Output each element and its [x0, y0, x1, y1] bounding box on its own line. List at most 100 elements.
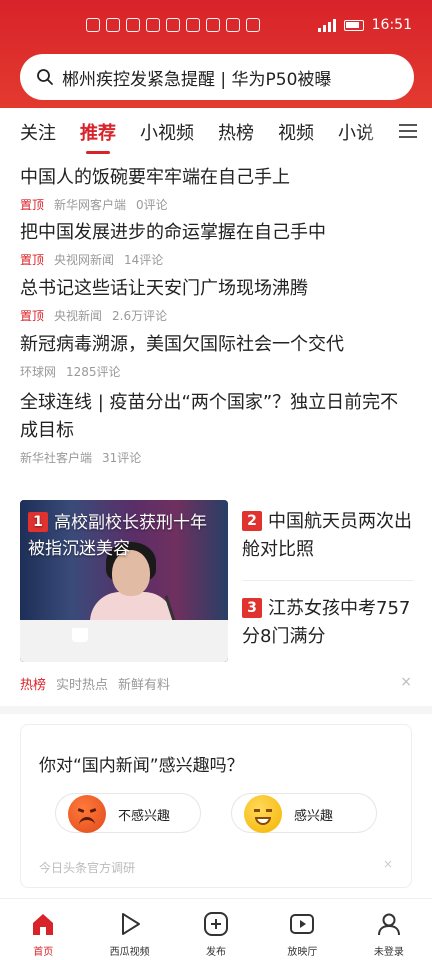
nav-label: 未登录 [373, 947, 404, 958]
nav-label: 西瓜视频 [109, 947, 150, 958]
tab-hot-list[interactable]: 热榜 [218, 119, 254, 145]
bottom-nav: 首页 西瓜视频 发布 放映厅 未登录 [0, 898, 432, 960]
rank-badge: 1 [28, 512, 48, 532]
interested-button[interactable]: 感兴趣 [231, 793, 377, 833]
header: 16:51 郴州疾控发紧急提醒 | 华为P50被曝 [0, 0, 432, 108]
hot-tag: 新鲜有料 [118, 678, 171, 693]
tab-recommend[interactable]: 推荐 [80, 119, 116, 154]
tab-video[interactable]: 视频 [278, 119, 314, 145]
news-source: 环球网 [20, 365, 57, 379]
rank-badge: 3 [242, 598, 262, 618]
app-notification-icon [226, 18, 240, 32]
news-title: 新冠病毒溯源，美国欠国际社会一个交代 [20, 334, 344, 355]
home-icon [33, 914, 54, 935]
nav-home[interactable]: 首页 [0, 899, 86, 960]
image-desk [20, 620, 228, 662]
app-notification-icon [126, 18, 140, 32]
list-item[interactable]: 新冠病毒溯源，美国欠国际社会一个交代 环球网 1285评论 [20, 331, 412, 380]
channel-menu-icon[interactable] [396, 120, 420, 144]
news-meta: 置顶 新华网客户端 0评论 [20, 196, 412, 213]
nav-label: 放映厅 [287, 947, 318, 958]
image-cup [72, 628, 88, 642]
news-meta: 置顶 央视新闻 2.6万评论 [20, 307, 412, 324]
pinned-badge: 置顶 [20, 253, 45, 267]
app-notification-icon [186, 18, 200, 32]
close-icon[interactable]: × [400, 674, 412, 690]
play-icon [121, 913, 140, 935]
nav-label: 发布 [206, 947, 227, 958]
not-interested-label: 不感兴趣 [118, 809, 171, 824]
hot-title: 江苏女孩中考757分8门满分 [242, 598, 411, 647]
pinned-badge: 置顶 [20, 309, 45, 323]
tab-short-video[interactable]: 小视频 [140, 119, 194, 145]
news-source: 新华社客户端 [20, 451, 93, 465]
interested-label: 感兴趣 [294, 809, 334, 824]
rank-badge: 2 [242, 511, 262, 531]
list-item[interactable]: 总书记这些话让天安门广场现场沸腾 置顶 央视新闻 2.6万评论 [20, 275, 412, 324]
news-title: 全球连线 | 疫苗分出“两个国家”？独立日前完不成目标 [20, 392, 399, 441]
search-bar[interactable]: 郴州疾控发紧急提醒 | 华为P50被曝 [20, 54, 414, 100]
news-title: 把中国发展进步的命运掌握在自己手中 [20, 222, 326, 243]
hot-item-2[interactable]: 2 中国航天员两次出舱对比照 [242, 508, 414, 564]
app-notification-icon [246, 18, 260, 32]
interest-survey-card: 你对“国内新闻”感兴趣吗？ 不感兴趣 感兴趣 今日头条官方调研 × [20, 724, 412, 888]
news-title: 中国人的饭碗要牢牢端在自己手上 [20, 167, 290, 188]
app-notification-icon [106, 18, 120, 32]
hot-title: 中国航天员两次出舱对比照 [242, 511, 412, 560]
app-notification-icon [166, 18, 180, 32]
app-notification-icon [206, 18, 220, 32]
plus-icon [204, 912, 229, 936]
app-notification-icon [86, 18, 100, 32]
list-item[interactable]: 把中国发展进步的命运掌握在自己手中 置顶 央视网新闻 14评论 [20, 219, 412, 268]
hot-item-3[interactable]: 3 江苏女孩中考757分8门满分 [242, 595, 414, 651]
nav-profile[interactable]: 未登录 [346, 899, 432, 960]
pinned-badge: 置顶 [20, 198, 45, 212]
close-icon[interactable]: × [383, 857, 393, 871]
news-title: 总书记这些话让天安门广场现场沸腾 [20, 278, 308, 299]
survey-source: 今日头条官方调研 [39, 861, 136, 875]
comment-count: 1285评论 [66, 365, 121, 379]
nav-xigua-video[interactable]: 西瓜视频 [86, 899, 172, 960]
nav-publish[interactable]: 发布 [173, 899, 259, 960]
section-divider [0, 706, 432, 714]
hot-item-1: 1 高校副校长获刑十年 被指沉迷美容 [28, 510, 222, 562]
signal-icon [317, 18, 336, 32]
user-icon [377, 913, 400, 936]
hot-title: 高校副校长获刑十年 被指沉迷美容 [28, 513, 207, 559]
video-icon [290, 914, 315, 934]
app-notification-icon [146, 18, 160, 32]
list-item[interactable]: 中国人的饭碗要牢牢端在自己手上 置顶 新华网客户端 0评论 [20, 164, 412, 213]
news-source: 央视新闻 [54, 309, 103, 323]
angry-face-icon [68, 795, 106, 833]
notification-icons [86, 18, 260, 32]
hot-tags: 热榜 实时热点 新鲜有料 [20, 674, 170, 693]
comment-count: 14评论 [124, 253, 164, 267]
search-suggestion-text: 郴州疾控发紧急提醒 | 华为P50被曝 [62, 69, 332, 90]
clock: 16:51 [371, 17, 412, 33]
news-meta: 置顶 央视网新闻 14评论 [20, 251, 412, 268]
news-source: 新华网客户端 [54, 198, 127, 212]
survey-question: 你对“国内新闻”感兴趣吗？ [39, 756, 244, 776]
nav-label: 首页 [33, 947, 54, 958]
list-item[interactable]: 全球连线 | 疫苗分出“两个国家”？独立日前完不成目标 新华社客户端 31评论 [20, 389, 412, 466]
news-meta: 环球网 1285评论 [20, 363, 412, 380]
status-bar: 16:51 [0, 0, 432, 48]
search-icon [37, 69, 53, 85]
hot-list-link[interactable]: 热榜 [20, 674, 46, 693]
tab-fade [362, 108, 392, 156]
divider [242, 580, 414, 581]
news-meta: 新华社客户端 31评论 [20, 449, 412, 466]
hot-feature-image[interactable]: 1 高校副校长获刑十年 被指沉迷美容 [20, 500, 228, 662]
comment-count: 2.6万评论 [112, 309, 168, 323]
battery-icon [343, 19, 364, 31]
hot-tag: 实时热点 [56, 678, 109, 693]
nav-cinema[interactable]: 放映厅 [259, 899, 345, 960]
channel-tabs: 关注 推荐 小视频 热榜 视频 小说 [0, 108, 432, 156]
comment-count: 31评论 [102, 451, 142, 465]
tab-follow[interactable]: 关注 [20, 119, 56, 145]
comment-count: 0评论 [136, 198, 168, 212]
status-right: 16:51 [317, 17, 412, 33]
happy-face-icon [244, 795, 282, 833]
news-source: 央视网新闻 [54, 253, 115, 267]
not-interested-button[interactable]: 不感兴趣 [55, 793, 201, 833]
